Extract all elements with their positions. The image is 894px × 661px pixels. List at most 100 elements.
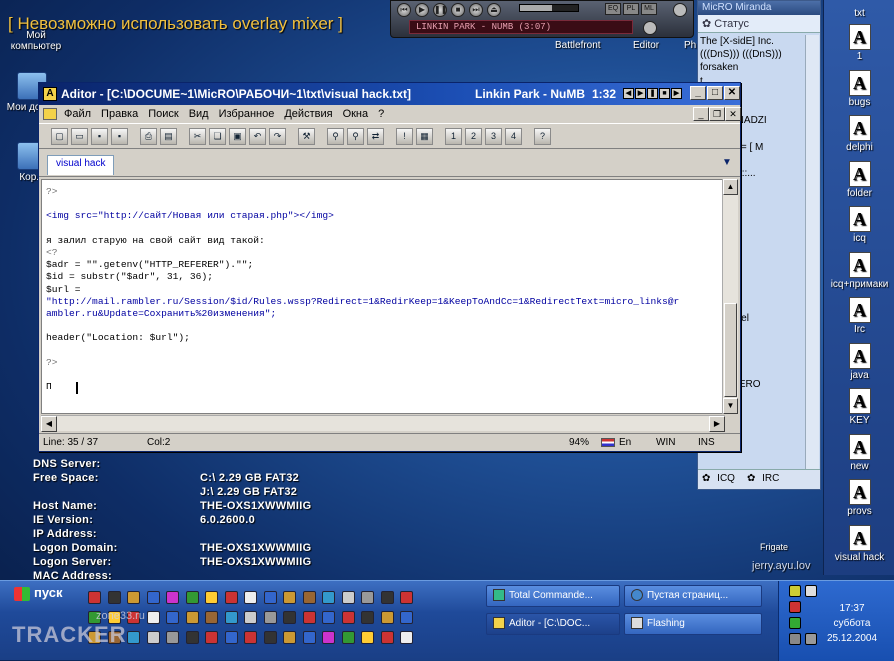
tab-visual-hack[interactable]: visual hack — [47, 155, 115, 175]
close-icon[interactable] — [673, 3, 687, 17]
doc-minimize-button[interactable]: _ — [693, 107, 709, 121]
menu-search[interactable]: Поиск — [143, 108, 183, 120]
quick-launch-icon[interactable] — [302, 611, 316, 624]
editor-text-area[interactable]: ?> <img src="http://сайт/Новая или старая… — [41, 179, 725, 414]
horizontal-scrollbar[interactable]: ◀ ▶ — [41, 415, 725, 432]
task-total-commander[interactable]: Total Commande... — [486, 585, 620, 607]
sidebar-file-item[interactable]: Aprovs — [824, 479, 894, 517]
new-file-icon[interactable]: ▢ — [51, 127, 68, 145]
quick-launch-icon[interactable] — [185, 631, 199, 644]
vertical-scrollbar[interactable]: ▲ ▼ — [722, 179, 738, 414]
bookmark-4-icon[interactable]: 4 — [505, 127, 522, 145]
scroll-down-icon[interactable]: ▼ — [723, 398, 738, 414]
tray-icon-3[interactable] — [789, 601, 801, 613]
quick-launch-icon[interactable] — [341, 631, 355, 644]
quick-launch-icon[interactable] — [127, 631, 140, 644]
tray-icon-4[interactable] — [789, 617, 801, 629]
cut-icon[interactable]: ✂ — [189, 127, 206, 145]
quick-launch-icon[interactable] — [263, 611, 277, 624]
quick-launch-icon[interactable] — [224, 631, 238, 644]
task-aditor[interactable]: Aditor - [C:\DOC... — [486, 613, 620, 635]
replace-icon[interactable]: ⇄ — [367, 127, 384, 145]
save-all-icon[interactable]: ▪ — [111, 127, 128, 145]
tray-icon-5[interactable] — [789, 633, 801, 645]
quick-launch-icon[interactable] — [224, 591, 238, 604]
sidebar-file-item[interactable]: A1 — [824, 24, 894, 62]
contact-item[interactable]: forsaken — [700, 61, 804, 74]
play-icon[interactable]: ▶ — [635, 88, 646, 99]
quick-launch-icon[interactable] — [400, 631, 413, 644]
quick-launch-icon[interactable] — [361, 591, 374, 604]
icq-status-button[interactable]: ✿ ICQ — [698, 470, 743, 489]
sidebar-file-item[interactable]: Aicq+примаки — [824, 251, 894, 290]
quick-launch-icon[interactable] — [224, 611, 238, 624]
prev-icon[interactable]: ⏮ — [397, 3, 411, 17]
sidebar-file-item[interactable]: Aicq — [824, 206, 894, 244]
minimize-button[interactable]: _ — [690, 86, 706, 100]
sidebar-file-item[interactable]: Avisual hack — [824, 524, 894, 563]
sidebar-file-item[interactable]: Anew — [824, 433, 894, 472]
pause-icon[interactable]: ❚ — [647, 88, 658, 99]
quick-launch-icon[interactable] — [205, 611, 218, 624]
quick-launch-icon[interactable] — [283, 631, 296, 644]
help-icon[interactable]: ? — [534, 127, 551, 145]
miranda-status[interactable]: ✿ Статус — [698, 15, 820, 33]
sidebar-file-item[interactable]: Ajava — [824, 342, 894, 381]
contact-item[interactable]: (((DnS))) (((DnS))) — [700, 48, 804, 61]
quick-launch-icon[interactable] — [205, 591, 218, 604]
quick-launch-icon[interactable] — [302, 631, 316, 644]
tray-icon-2[interactable] — [805, 585, 817, 597]
desktop-label-frigate[interactable]: Frigate — [760, 542, 788, 552]
quick-launch-icon[interactable] — [146, 591, 160, 604]
status-zoom[interactable]: 94% — [569, 434, 589, 451]
next-icon[interactable]: ▶ — [671, 88, 682, 99]
open-folder-icon[interactable]: ▭ — [71, 127, 88, 145]
quick-launch-icon[interactable] — [380, 631, 394, 644]
doc-restore-button[interactable]: ❐ — [709, 107, 725, 121]
sidebar-file-item[interactable]: Adelphi — [824, 115, 894, 153]
quick-launch-icon[interactable] — [244, 591, 257, 604]
play-icon[interactable]: ▶ — [415, 3, 429, 17]
contact-item[interactable]: The [X-sidE] Inc. — [700, 35, 804, 48]
menu-favorites[interactable]: Избранное — [214, 108, 280, 120]
quick-launch-icon[interactable] — [185, 611, 199, 624]
bookmark-2-icon[interactable]: 2 — [465, 127, 482, 145]
quick-launch-icon[interactable] — [400, 591, 413, 604]
contact-scrollbar[interactable] — [805, 35, 819, 469]
find-icon[interactable]: ⚲ — [327, 127, 344, 145]
save-icon[interactable]: ▪ — [91, 127, 108, 145]
quick-launch-icon[interactable] — [166, 631, 179, 644]
scroll-thumb[interactable] — [724, 303, 737, 397]
encoding-icon[interactable]: ▦ — [416, 127, 433, 145]
quick-launch-icon[interactable] — [341, 611, 355, 624]
quick-launch-icon[interactable] — [341, 591, 355, 604]
quick-launch-icon[interactable] — [322, 591, 335, 604]
tray-clock[interactable]: 17:37 суббота 25.12.2004 — [817, 601, 887, 646]
desktop-label-ph[interactable]: Ph — [684, 40, 696, 51]
quick-launch-icon[interactable] — [283, 591, 296, 604]
quick-launch-icon[interactable] — [380, 591, 394, 604]
tray-icon-1[interactable] — [789, 585, 801, 597]
menu-edit[interactable]: Правка — [96, 108, 143, 120]
doc-close-button[interactable]: ✕ — [725, 107, 741, 121]
menu-help[interactable]: ? — [373, 108, 389, 120]
stop-icon[interactable]: ■ — [659, 88, 670, 99]
print-preview-icon[interactable]: ▤ — [160, 127, 177, 145]
quick-launch-icon[interactable] — [166, 611, 179, 624]
quick-launch-icon[interactable] — [107, 591, 121, 604]
quick-launch-icon[interactable] — [244, 631, 257, 644]
aditor-window[interactable]: A Aditor - [C:\DOCUME~1\MicRO\РАБОЧИ~1\t… — [38, 82, 741, 452]
sidebar-file-item[interactable]: A Irc — [824, 297, 894, 335]
quick-launch-icon[interactable] — [361, 631, 374, 644]
sidebar-file-item[interactable]: A KEY — [824, 388, 894, 426]
tools-icon[interactable]: ⚒ — [298, 127, 315, 145]
quick-launch-icon[interactable] — [380, 611, 394, 624]
menu-actions[interactable]: Действия — [279, 108, 337, 120]
close-button[interactable]: ✕ — [724, 86, 740, 100]
sidebar-file-item[interactable]: txt — [824, 8, 894, 19]
quick-launch-icon[interactable] — [361, 611, 374, 624]
desktop-label-battlefront[interactable]: Battlefront — [555, 40, 601, 51]
quick-launch-icon[interactable] — [322, 631, 335, 644]
desktop-icon-my-computer[interactable]: Мой компьютер — [6, 20, 66, 52]
winamp-player[interactable]: ⏮ ▶ ❚❚ ■ ⏭ ⏏ EQ PL ML LINKIN PARK - NUMB… — [390, 0, 694, 38]
